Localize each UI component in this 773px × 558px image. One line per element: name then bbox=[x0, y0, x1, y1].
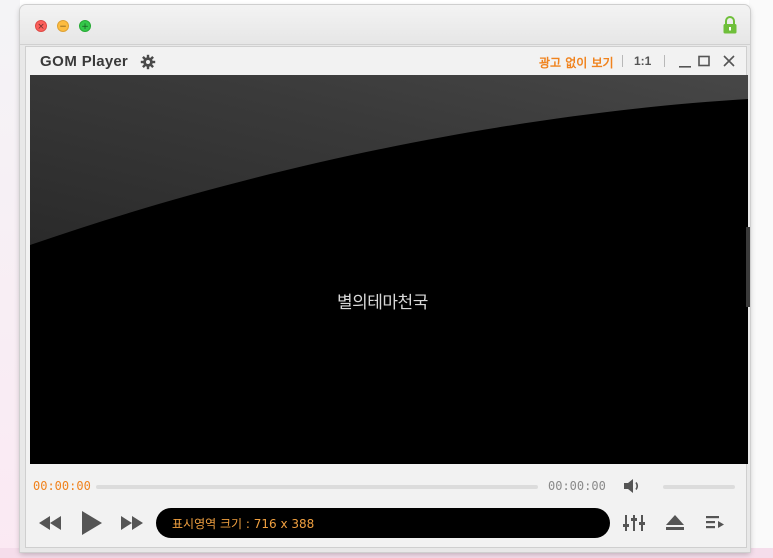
rewind-icon[interactable] bbox=[39, 516, 61, 530]
gom-logo[interactable]: GOM Player bbox=[40, 53, 128, 70]
player-header: GOM Player 광고 없이 보기 1:1 bbox=[26, 47, 746, 75]
app-window: × − + GOM Player 광고 없이 보기 1:1 별의테마천국 00:… bbox=[20, 5, 750, 552]
lock-icon[interactable] bbox=[722, 16, 738, 34]
maximize-icon[interactable] bbox=[698, 55, 710, 67]
window-close-button[interactable]: × bbox=[35, 20, 47, 32]
header-divider bbox=[622, 55, 623, 67]
video-display[interactable]: 별의테마천국 bbox=[30, 75, 748, 464]
desktop-background-left bbox=[0, 0, 20, 558]
gear-icon[interactable] bbox=[140, 54, 156, 70]
status-text: 표시영역 크기 : 716 x 388 bbox=[172, 517, 315, 531]
fast-forward-icon[interactable] bbox=[121, 516, 143, 530]
minimize-icon[interactable] bbox=[679, 56, 691, 68]
current-time: 00:00:00 bbox=[33, 479, 91, 493]
eject-icon[interactable] bbox=[666, 515, 684, 531]
no-ads-link[interactable]: 광고 없이 보기 bbox=[539, 54, 614, 71]
ratio-button[interactable]: 1:1 bbox=[634, 54, 651, 68]
window-titlebar[interactable]: × − + bbox=[20, 5, 750, 45]
header-divider bbox=[664, 55, 665, 67]
logo-gom-text: GOM bbox=[40, 53, 78, 70]
video-watermark: 별의테마천국 bbox=[337, 293, 428, 313]
video-background-swoosh bbox=[30, 75, 748, 245]
volume-icon[interactable] bbox=[623, 478, 643, 494]
play-icon[interactable] bbox=[81, 510, 103, 536]
gom-player: GOM Player 광고 없이 보기 1:1 별의테마천국 00:00:00 … bbox=[25, 46, 750, 548]
total-time: 00:00:00 bbox=[548, 479, 606, 493]
side-panel-handle[interactable] bbox=[746, 227, 750, 307]
window-minimize-button[interactable]: − bbox=[57, 20, 69, 32]
close-icon[interactable] bbox=[723, 55, 735, 67]
desktop-background-right bbox=[749, 0, 773, 558]
volume-slider[interactable] bbox=[663, 485, 735, 489]
seek-bar[interactable] bbox=[96, 485, 538, 489]
window-zoom-button[interactable]: + bbox=[79, 20, 91, 32]
status-display: 표시영역 크기 : 716 x 388 bbox=[156, 508, 610, 538]
playlist-icon[interactable] bbox=[706, 515, 724, 531]
equalizer-icon[interactable] bbox=[623, 513, 645, 533]
logo-player-text: Player bbox=[81, 53, 128, 70]
